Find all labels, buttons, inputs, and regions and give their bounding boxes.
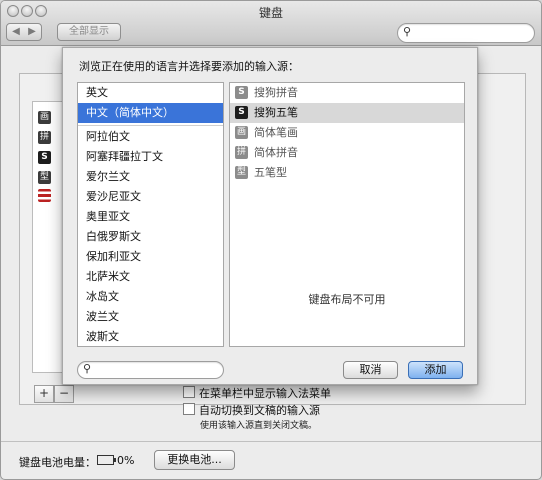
show-input-menu-checkbox[interactable]: [183, 386, 195, 398]
input-source-label: 搜狗拼音: [254, 86, 298, 99]
add-input-source-sheet: 浏览正在使用的语言并选择要添加的输入源： 英文 中文（简体中文） 阿拉伯文 阿塞…: [62, 47, 478, 385]
auto-switch-checkbox[interactable]: [183, 403, 195, 415]
language-search-field[interactable]: ⚲: [77, 361, 224, 379]
preferences-search-field[interactable]: ⚲: [397, 23, 535, 43]
change-battery-button[interactable]: 更换电池...: [154, 450, 235, 470]
language-item[interactable]: 保加利亚文: [78, 247, 223, 267]
show-all-button[interactable]: 全部显示: [57, 23, 121, 41]
language-item[interactable]: 阿塞拜疆拉丁文: [78, 147, 223, 167]
language-item[interactable]: 爱沙尼亚文: [78, 187, 223, 207]
sogou-icon: S: [235, 86, 248, 99]
language-item[interactable]: 冰岛文: [78, 287, 223, 307]
battery-level-value: 0%: [117, 454, 135, 467]
language-item[interactable]: 北萨米文: [78, 267, 223, 287]
us-flag-icon: [38, 188, 51, 202]
input-source-label: 五笔型: [254, 166, 287, 179]
input-source-item[interactable]: 拼 简体拼音: [230, 143, 464, 163]
stroke-input-icon: 画: [38, 110, 51, 124]
back-forward-control[interactable]: ◀ ▶: [6, 23, 42, 41]
pinyin-input-icon: 拼: [235, 146, 248, 159]
cancel-button[interactable]: 取消: [343, 361, 398, 379]
input-source-item[interactable]: S 搜狗拼音: [230, 83, 464, 103]
input-source-label: 简体拼音: [254, 146, 298, 159]
layout-unavailable-text: 键盘布局不可用: [308, 293, 386, 306]
language-item[interactable]: 奥里亚文: [78, 207, 223, 227]
input-source-label: 简体笔画: [254, 126, 298, 139]
language-item[interactable]: 白俄罗斯文: [78, 227, 223, 247]
sogou-input-icon: S: [38, 150, 51, 164]
add-input-source-button[interactable]: +: [34, 385, 54, 403]
keyboard-preferences-window: 键盘 ◀ ▶ 全部显示 ⚲ 画 拼 S 型 + − 在菜单栏中显示输入法菜单 自动…: [0, 0, 542, 480]
battery-icon: [97, 455, 116, 465]
wubi-input-icon: 型: [235, 166, 248, 179]
input-source-item[interactable]: 型 五笔型: [230, 163, 464, 183]
input-source-item-selected[interactable]: S 搜狗五笔: [230, 103, 464, 123]
sheet-title: 浏览正在使用的语言并选择要添加的输入源：: [79, 60, 299, 73]
language-list[interactable]: 英文 中文（简体中文） 阿拉伯文 阿塞拜疆拉丁文 爱尔兰文 爱沙尼亚文 奥里亚文…: [77, 82, 224, 347]
wubi-input-icon: 型: [38, 170, 51, 184]
battery-level-label: 键盘电池电量：: [19, 456, 96, 469]
language-list-separator: [78, 125, 223, 126]
add-button[interactable]: 添加: [408, 361, 463, 379]
auto-switch-note: 使用该输入源直到关闭文稿。: [200, 421, 318, 431]
search-icon: ⚲: [403, 25, 412, 38]
divider: [1, 441, 541, 442]
language-item[interactable]: 波斯文: [78, 327, 223, 346]
pinyin-input-icon: 拼: [38, 130, 51, 144]
search-icon: ⚲: [83, 362, 92, 375]
remove-input-source-button[interactable]: −: [54, 385, 74, 403]
show-input-menu-label: 在菜单栏中显示输入法菜单: [199, 387, 331, 400]
language-item[interactable]: 阿拉伯文: [78, 127, 223, 147]
auto-switch-label: 自动切换到文稿的输入源: [199, 404, 320, 417]
input-source-item[interactable]: 画 简体笔画: [230, 123, 464, 143]
back-arrow-icon[interactable]: ◀: [8, 24, 24, 40]
language-item[interactable]: 英文: [78, 83, 223, 103]
auto-switch-option[interactable]: 自动切换到文稿的输入源: [183, 402, 320, 418]
title-bar: 键盘 ◀ ▶ 全部显示 ⚲: [1, 1, 541, 46]
language-item[interactable]: 爱尔兰文: [78, 167, 223, 187]
input-source-label: 搜狗五笔: [254, 106, 298, 119]
show-input-menu-option[interactable]: 在菜单栏中显示输入法菜单: [183, 385, 331, 401]
window-title: 键盘: [258, 6, 283, 20]
language-item[interactable]: 波兰文: [78, 307, 223, 327]
forward-arrow-icon[interactable]: ▶: [24, 24, 40, 40]
input-source-list[interactable]: S 搜狗拼音 S 搜狗五笔 画 简体笔画 拼 简体拼音 型 五笔型 键盘布局不可…: [229, 82, 465, 347]
language-item-selected[interactable]: 中文（简体中文）: [78, 103, 223, 123]
stroke-input-icon: 画: [235, 126, 248, 139]
sogou-icon: S: [235, 106, 248, 119]
